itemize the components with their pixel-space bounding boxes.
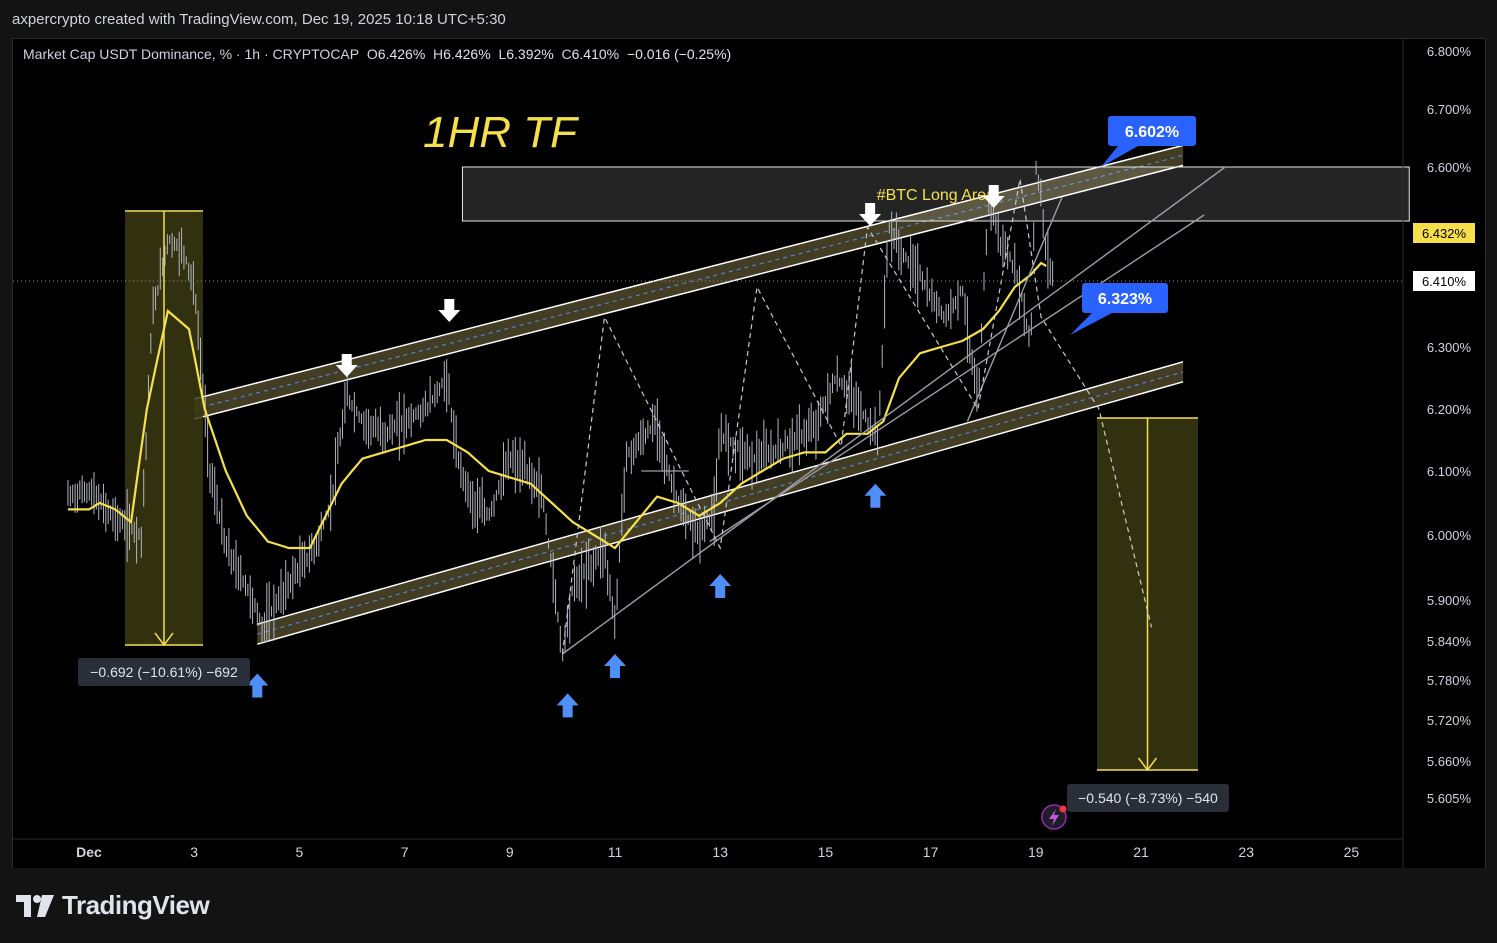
y-tick-label: 5.840% [1427, 634, 1472, 649]
x-tick-label: 23 [1238, 844, 1254, 860]
tradingview-wordmark: TradingView [62, 890, 210, 920]
open-label: O [366, 46, 378, 62]
chart-credit: axpercrypto created with TradingView.com… [12, 11, 506, 28]
y-tick-label: 5.780% [1427, 673, 1472, 688]
price-chart[interactable]: #BTC Long Area 1HR TF 6.602% 6.323% −0.692 (… [13, 39, 1485, 868]
y-tick-label: 6.800% [1427, 44, 1472, 59]
x-tick-label: Dec [76, 844, 102, 860]
tradingview-logo[interactable]: TradingView [16, 890, 210, 921]
y-tick-label: 6.100% [1427, 464, 1472, 479]
measure-left-label-text: −0.692 (−10.61%) −692 [90, 664, 238, 680]
up-arrow-3 [604, 654, 626, 678]
x-tick-label: 13 [712, 844, 728, 860]
up-arrow-4 [709, 574, 732, 598]
x-tick-label: 15 [818, 844, 834, 860]
callout-mid-pointer [1070, 313, 1112, 335]
y-tick-label: 6.700% [1427, 102, 1472, 117]
close-label: C [561, 46, 572, 62]
measure-right-label-text: −0.540 (−8.73%) −540 [1078, 790, 1218, 806]
down-arrow-2 [438, 299, 461, 322]
callout-top-text: 6.602% [1125, 124, 1179, 141]
x-tick-label: 3 [190, 844, 198, 860]
open-value: 6.426% [377, 46, 426, 62]
y-tick-label: 5.900% [1427, 593, 1472, 608]
y-tick-label: 5.605% [1427, 791, 1472, 806]
close-value: 6.410% [571, 46, 620, 62]
y-tick-label: 6.000% [1427, 528, 1472, 543]
x-tick-label: 7 [401, 844, 409, 860]
x-tick-label: 25 [1344, 844, 1360, 860]
y-tick-label: 5.720% [1427, 713, 1472, 728]
x-tick-label: 17 [923, 844, 939, 860]
high-value: 6.426% [443, 46, 491, 62]
callout-mid-text: 6.323% [1098, 291, 1152, 308]
symbol-legend: Market Cap USDT Dominance, % · 1h · CRYP… [23, 46, 731, 62]
y-tick-label: 6.600% [1427, 160, 1472, 175]
low-value: 6.392% [506, 46, 554, 62]
x-tick-label: 9 [506, 844, 514, 860]
timeframe-title: 1HR TF [423, 108, 579, 157]
footer: TradingView [0, 868, 1497, 943]
x-tick-label: 5 [296, 844, 304, 860]
x-tick-label: 11 [608, 844, 623, 860]
long-area-label: #BTC Long Area [877, 187, 995, 204]
x-tick-label: 19 [1028, 844, 1044, 860]
up-arrow-5 [864, 483, 887, 508]
ma-price-tag-text: 6.432% [1422, 226, 1467, 241]
symbol-name: Market Cap USDT Dominance, % · 1h · CRYP… [23, 46, 360, 62]
change-value: −0.016 (−0.25%) [626, 46, 732, 62]
last-price-tag-text: 6.410% [1422, 274, 1467, 289]
top-bar: axpercrypto created with TradingView.com… [0, 0, 1497, 38]
chart-area[interactable]: #BTC Long Area 1HR TF 6.602% 6.323% −0.692 (… [12, 38, 1486, 869]
lower-channel-bottom-edge [257, 381, 1184, 645]
y-tick-label: 5.660% [1427, 754, 1472, 769]
y-tick-label: 6.200% [1427, 402, 1472, 417]
y-tick-label: 6.300% [1427, 340, 1472, 355]
alert-dot [1059, 805, 1067, 813]
high-label: H [433, 46, 444, 62]
up-arrow-2 [556, 693, 579, 718]
x-tick-label: 21 [1133, 844, 1149, 860]
tradingview-logo-icon [16, 894, 54, 917]
